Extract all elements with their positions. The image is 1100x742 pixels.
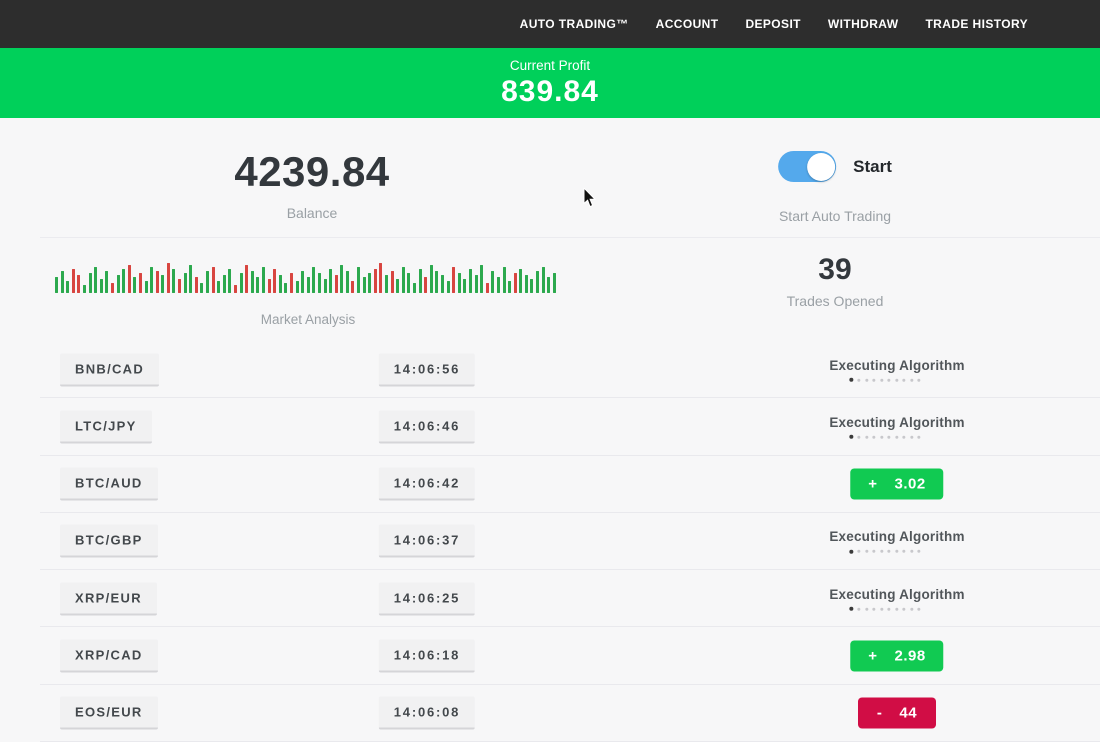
result-badge: + 3.02 xyxy=(850,469,943,500)
loading-dots xyxy=(817,608,952,612)
nav-item-deposit[interactable]: DEPOSIT xyxy=(745,17,800,31)
top-navigation: AUTO TRADING™ ACCOUNT DEPOSIT WITHDRAW T… xyxy=(0,0,1100,48)
loading-dots xyxy=(817,378,952,382)
executing-label: Executing Algorithm xyxy=(829,357,964,372)
pair-badge: BTC/GBP xyxy=(60,525,158,558)
current-profit-value: 839.84 xyxy=(501,75,599,109)
result-sign: + xyxy=(868,476,877,493)
time-badge: 14:06:46 xyxy=(379,410,475,443)
result-badge: - 44 xyxy=(858,698,936,729)
nav-item-auto-trading[interactable]: AUTO TRADING™ xyxy=(520,17,629,31)
loading-dots xyxy=(817,436,952,440)
market-analysis-block: Market Analysis xyxy=(0,237,620,341)
trades-opened-label: Trades Opened xyxy=(787,293,884,309)
table-row: XRP/EUR 14:06:25 Executing Algorithm xyxy=(0,570,1100,627)
table-row: BTC/GBP 14:06:37 Executing Algorithm xyxy=(0,513,1100,570)
table-row: XRP/CAD 14:06:18 + 2.98 xyxy=(0,627,1100,684)
executing-status: Executing Algorithm xyxy=(829,357,964,382)
pair-badge: LTC/JPY xyxy=(60,410,152,443)
table-row: BTC/AUD 14:06:42 + 3.02 xyxy=(0,456,1100,513)
result-value: 3.02 xyxy=(895,476,926,493)
result-sign: + xyxy=(868,648,877,665)
result-badge: + 2.98 xyxy=(850,641,943,672)
time-badge: 14:06:08 xyxy=(379,697,475,730)
executing-label: Executing Algorithm xyxy=(829,529,964,544)
stats-section: 4239.84 Balance Start Start Auto Trading… xyxy=(0,118,1100,341)
time-badge: 14:06:25 xyxy=(379,582,475,615)
trades-opened-value: 39 xyxy=(787,253,884,287)
nav-item-account[interactable]: ACCOUNT xyxy=(656,17,719,31)
nav-item-withdraw[interactable]: WITHDRAW xyxy=(828,17,899,31)
nav-item-trade-history[interactable]: TRADE HISTORY xyxy=(925,17,1028,31)
executing-status: Executing Algorithm xyxy=(829,415,964,440)
table-row: BNB/CAD 14:06:56 Executing Algorithm xyxy=(0,341,1100,398)
auto-trading-caption: Start Auto Trading xyxy=(778,208,892,224)
time-badge: 14:06:42 xyxy=(379,468,475,501)
pair-badge: XRP/EUR xyxy=(60,582,157,615)
market-analysis-chart xyxy=(55,261,561,293)
toggle-knob xyxy=(807,153,835,181)
trades-opened-block: 39 Trades Opened xyxy=(787,253,884,309)
balance-block: 4239.84 Balance xyxy=(234,148,389,221)
pair-badge: XRP/CAD xyxy=(60,640,158,673)
current-profit-banner: Current Profit 839.84 xyxy=(0,48,1100,118)
time-badge: 14:06:18 xyxy=(379,640,475,673)
executing-label: Executing Algorithm xyxy=(829,415,964,430)
pair-badge: BTC/AUD xyxy=(60,468,158,501)
loading-dots xyxy=(817,550,952,554)
executing-status: Executing Algorithm xyxy=(829,529,964,554)
current-profit-label: Current Profit xyxy=(510,58,590,73)
auto-trading-toggle[interactable] xyxy=(778,151,836,182)
result-value: 2.98 xyxy=(895,648,926,665)
table-row: LTC/JPY 14:06:46 Executing Algorithm xyxy=(0,398,1100,455)
pair-badge: BNB/CAD xyxy=(60,353,159,386)
result-value: 44 xyxy=(899,705,917,722)
table-row: EOS/EUR 14:06:08 - 44 xyxy=(0,685,1100,742)
market-analysis-label: Market Analysis xyxy=(261,312,356,327)
balance-label: Balance xyxy=(234,205,389,221)
auto-trading-block: Start Start Auto Trading xyxy=(778,151,892,224)
auto-trading-page: AUTO TRADING™ ACCOUNT DEPOSIT WITHDRAW T… xyxy=(0,0,1100,742)
toggle-start-label: Start xyxy=(853,157,892,177)
result-sign: - xyxy=(877,705,883,722)
pair-badge: EOS/EUR xyxy=(60,697,158,730)
executing-status: Executing Algorithm xyxy=(829,587,964,612)
time-badge: 14:06:56 xyxy=(379,353,475,386)
trades-table: BNB/CAD 14:06:56 Executing Algorithm LTC… xyxy=(0,341,1100,742)
balance-value: 4239.84 xyxy=(234,148,389,196)
time-badge: 14:06:37 xyxy=(379,525,475,558)
executing-label: Executing Algorithm xyxy=(829,587,964,602)
